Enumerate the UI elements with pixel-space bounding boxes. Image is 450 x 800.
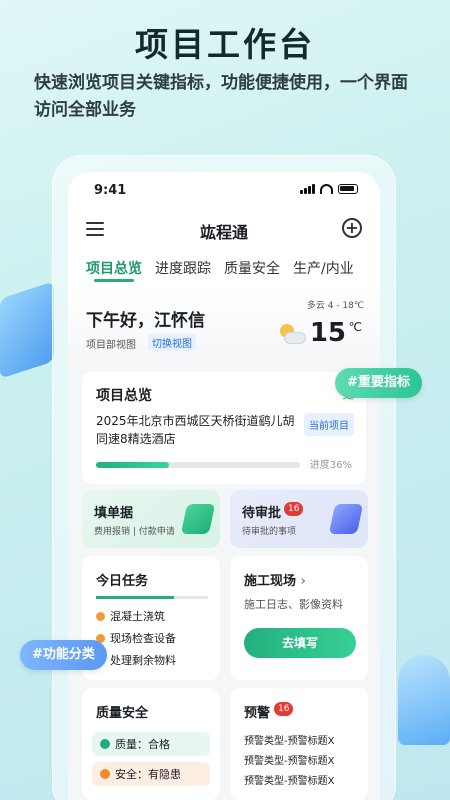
approval-count-badge: 16 [284, 502, 304, 516]
add-icon[interactable]: + [342, 218, 362, 238]
promo-title: 项目工作台 [135, 25, 315, 64]
check-circle-icon [100, 739, 110, 749]
task-item[interactable]: 现场检查设备 [96, 630, 176, 646]
warning-title: 预警 [244, 706, 271, 721]
tasks-progress-bar [96, 596, 208, 599]
progress-fill [96, 462, 170, 468]
switch-view-button[interactable]: 切换视图 [148, 334, 196, 351]
warning-card[interactable]: 预警 16 预警类型-预警标题X 预警类型-预警标题X 预警类型-预警标题X [230, 688, 368, 800]
chevron-right-icon: › [300, 574, 306, 589]
task-dot-icon [96, 611, 105, 621]
greeting-text: 下午好，江怀信 [86, 311, 205, 331]
warning-item[interactable]: 预警类型-预警标题X [244, 732, 334, 747]
tab-quality-safety[interactable]: 质量安全 [224, 252, 280, 288]
document-icon [180, 504, 216, 534]
quality-title: 质量安全 [96, 706, 149, 721]
overview-title: 项目总览 [96, 388, 152, 404]
status-icons [300, 184, 358, 194]
quality-safety-card[interactable]: 质量安全 质量：合格 安全：有隐患 [82, 688, 220, 800]
app-screen: 9:41 竑程通 + 项目总览 进度跟踪 质量安全 生产/内业 下午好，江怀信 … [68, 172, 380, 800]
fill-forms-card[interactable]: 填单据 费用报销 | 付款申请 [82, 490, 220, 548]
greeting-section: 下午好，江怀信 项目部视图 切换视图 多云 4 - 18℃ 15 ℃ [68, 288, 380, 368]
task-item[interactable]: 混凝土浇筑 [96, 608, 165, 624]
tab-progress-tracking[interactable]: 进度跟踪 [155, 252, 211, 288]
site-title: 施工现场 › [244, 574, 306, 589]
task-item[interactable]: 处理剩余物料 [96, 652, 176, 668]
temperature: 15 [309, 318, 346, 348]
go-fill-button[interactable]: 去填写 [244, 628, 356, 658]
progress-bar [96, 462, 300, 468]
app-header: 竑程通 + [68, 208, 380, 252]
tab-bar: 项目总览 进度跟踪 质量安全 生产/内业 [68, 252, 380, 288]
warning-item[interactable]: 预警类型-预警标题X [244, 772, 334, 787]
function-category-tag: #功能分类 [20, 640, 107, 670]
app-title: 竑程通 [199, 223, 248, 242]
key-metrics-tag: #重要指标 [335, 368, 422, 398]
decorative-cube-graphic [0, 281, 54, 379]
signal-icon [300, 184, 315, 194]
project-name: 2025年北京市西城区天桥街道鹞儿胡同速8精选酒店 [96, 414, 295, 446]
project-view-label: 项目部视图 [86, 340, 136, 351]
pending-approval-subtitle: 待审批的事项 [242, 527, 297, 537]
weather-description: 多云 4 - 18℃ [306, 301, 364, 311]
wifi-icon [320, 184, 333, 194]
tab-production[interactable]: 生产/内业 [293, 252, 354, 288]
promo-subtitle: 快速浏览项目关键指标，功能便捷使用，一个界面访问全部业务 [34, 73, 408, 120]
battery-icon [338, 184, 358, 194]
pending-approval-title: 待审批 [242, 506, 282, 521]
fill-forms-title: 填单据 [94, 506, 134, 521]
construction-site-card[interactable]: 施工现场 › 施工日志、影像资料 去填写 [230, 556, 368, 680]
pending-approval-card[interactable]: 待审批 16 待审批的事项 [230, 490, 368, 548]
approval-icon [328, 504, 364, 534]
safety-status-row: 安全：有隐患 [92, 762, 210, 786]
decorative-bell-graphic [398, 655, 450, 745]
tasks-title: 今日任务 [96, 574, 149, 589]
fill-forms-subtitle: 费用报销 | 付款申请 [94, 527, 175, 537]
tab-project-overview[interactable]: 项目总览 [86, 252, 142, 288]
quality-status-row: 质量：合格 [92, 732, 210, 756]
progress-label: 进度36% [309, 460, 352, 471]
temperature-unit: ℃ [348, 320, 362, 334]
current-project-badge: 当前项目 [304, 413, 354, 436]
status-time: 9:41 [94, 183, 127, 198]
partly-cloudy-icon [278, 324, 306, 346]
status-bar: 9:41 [68, 172, 380, 208]
warning-item[interactable]: 预警类型-预警标题X [244, 752, 334, 767]
site-subtitle: 施工日志、影像资料 [244, 598, 343, 611]
warning-circle-icon [100, 769, 110, 779]
warning-count-badge: 16 [274, 702, 294, 716]
project-overview-card[interactable]: 项目总览 更 2025年北京市西城区天桥街道鹞儿胡同速8精选酒店 当前项目 进度… [82, 372, 366, 484]
